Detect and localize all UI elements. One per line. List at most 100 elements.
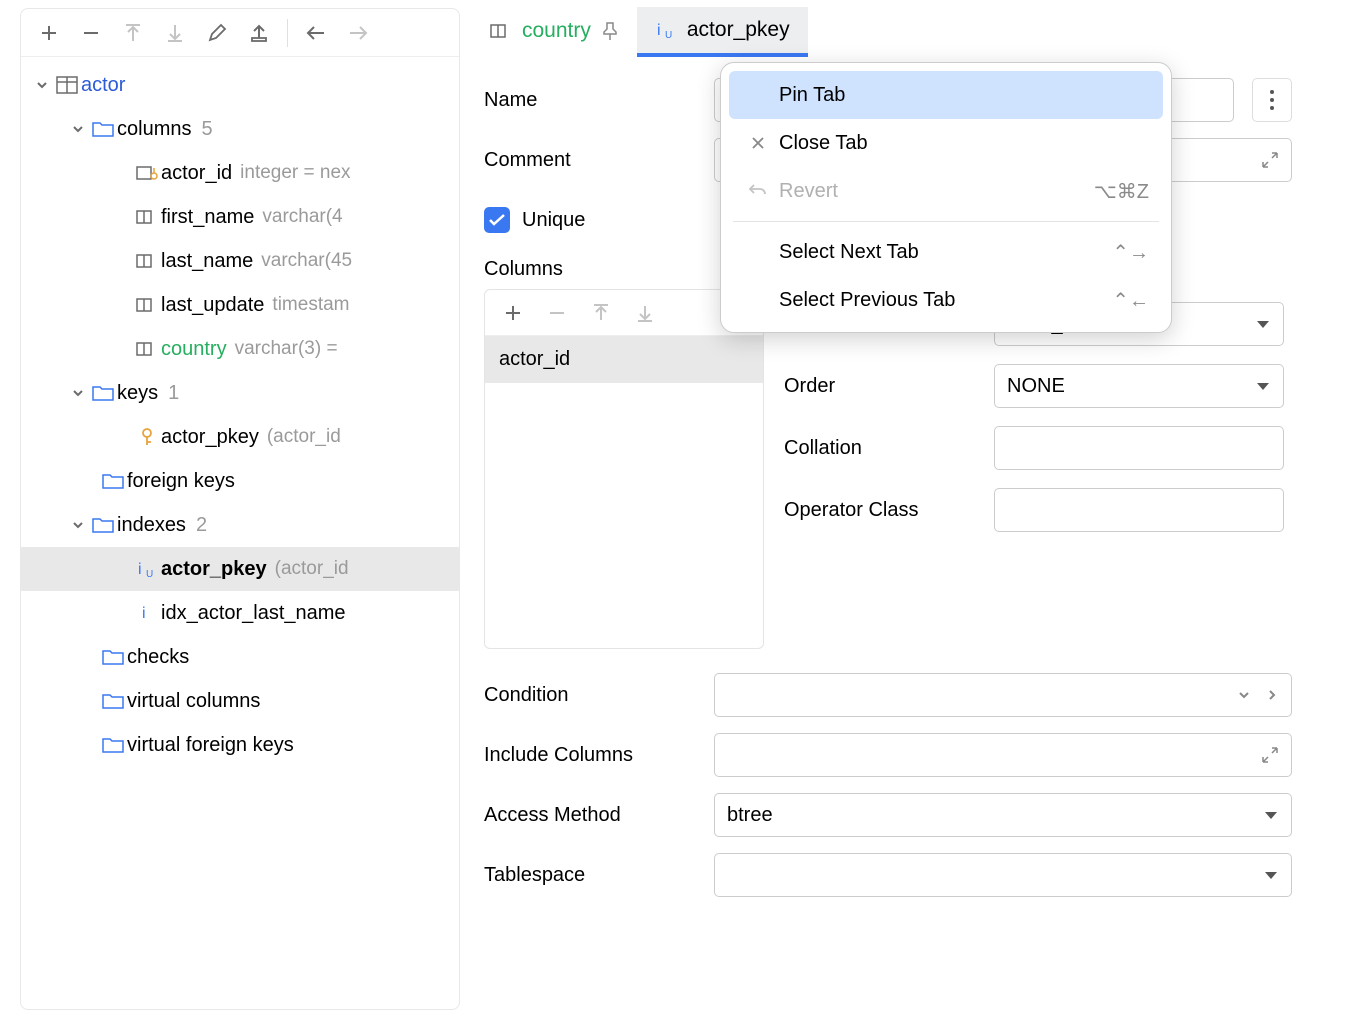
form-row-order: Order NONE	[784, 355, 1292, 417]
column-icon	[133, 296, 161, 314]
key-name: actor_pkey	[161, 426, 259, 449]
tablespace-select[interactable]	[714, 853, 1292, 897]
menu-label: Select Previous Tab	[779, 289, 1112, 312]
menu-close-tab[interactable]: Close Tab	[729, 119, 1163, 167]
tree-node-indexes[interactable]: indexes 2	[21, 503, 459, 547]
table-name: actor	[81, 74, 125, 97]
tree-column-item[interactable]: country varchar(3) =	[21, 327, 459, 371]
more-button[interactable]	[1252, 78, 1292, 122]
unique-label: Unique	[522, 209, 585, 232]
tab-actor-pkey[interactable]: iU actor_pkey	[637, 7, 808, 57]
access-method-select[interactable]: btree	[714, 793, 1292, 837]
menu-shortcut: ⌃→	[1112, 240, 1149, 265]
menu-label: Select Next Tab	[779, 241, 1112, 264]
svg-text:i: i	[142, 605, 146, 622]
tree-node-keys[interactable]: keys 1	[21, 371, 459, 415]
include-columns-input[interactable]	[714, 733, 1292, 777]
folder-icon	[89, 120, 117, 138]
key-meta: (actor_id	[267, 426, 341, 448]
foreign-keys-label: foreign keys	[127, 470, 235, 493]
tabs: country iU actor_pkey	[472, 6, 1366, 56]
move-down-button[interactable]	[155, 13, 195, 53]
export-button[interactable]	[239, 13, 279, 53]
order-select[interactable]: NONE	[994, 364, 1284, 408]
forward-button[interactable]	[338, 13, 378, 53]
table-icon	[53, 76, 81, 94]
tree-column-item[interactable]: actor_id integer = nex	[21, 151, 459, 195]
chevron-down-icon[interactable]	[1237, 688, 1251, 702]
svg-text:U: U	[665, 30, 672, 40]
column-item-label: actor_id	[499, 348, 570, 370]
tree: actor columns 5 actor_id integer = nex f…	[21, 57, 459, 773]
pin-icon[interactable]	[601, 21, 619, 41]
access-method-value: btree	[727, 804, 773, 827]
menu-select-next-tab[interactable]: Select Next Tab ⌃→	[729, 228, 1163, 276]
tree-node-table[interactable]: actor	[21, 63, 459, 107]
move-col-down-button[interactable]	[625, 293, 665, 333]
menu-select-prev-tab[interactable]: Select Previous Tab ⌃←	[729, 276, 1163, 324]
back-button[interactable]	[296, 13, 336, 53]
chevron-down-icon	[67, 386, 89, 400]
tree-node-columns[interactable]: columns 5	[21, 107, 459, 151]
tree-node-foreign-keys[interactable]: foreign keys	[21, 459, 459, 503]
add-button[interactable]	[29, 13, 69, 53]
remove-column-button[interactable]	[537, 293, 577, 333]
keys-count: 1	[168, 382, 179, 405]
column-name: first_name	[161, 206, 254, 229]
column-list-item[interactable]: actor_id	[485, 336, 763, 383]
tree-node-checks[interactable]: checks	[21, 635, 459, 679]
unique-checkbox[interactable]	[484, 207, 510, 233]
remove-button[interactable]	[71, 13, 111, 53]
column-name: actor_id	[161, 162, 232, 185]
index-unique-icon: iU	[655, 20, 677, 40]
tab-country[interactable]: country	[472, 6, 637, 56]
add-column-button[interactable]	[493, 293, 533, 333]
indexes-label: indexes	[117, 514, 186, 537]
columns-label: columns	[117, 118, 191, 141]
tree-node-virtual-foreign-keys[interactable]: virtual foreign keys	[21, 723, 459, 767]
form-row-condition: Condition	[484, 665, 1292, 725]
folder-icon	[89, 384, 117, 402]
column-key-icon	[133, 164, 161, 182]
tree-column-item[interactable]: first_name varchar(4	[21, 195, 459, 239]
menu-separator	[733, 221, 1159, 222]
expand-icon[interactable]	[1261, 746, 1279, 764]
menu-revert: Revert ⌥⌘Z	[729, 167, 1163, 215]
index-unique-icon: iU	[133, 559, 161, 579]
index-icon: i	[133, 603, 161, 623]
tree-column-item[interactable]: last_update timestam	[21, 283, 459, 327]
svg-text:i: i	[657, 22, 661, 39]
tree-index-item[interactable]: iU actor_pkey (actor_id	[21, 547, 459, 591]
columns-section: actor_id Column Name actor_id Order NONE…	[484, 289, 1292, 649]
menu-shortcut: ⌃←	[1112, 288, 1149, 313]
tree-index-item[interactable]: i idx_actor_last_name	[21, 591, 459, 635]
svg-text:i: i	[138, 561, 142, 578]
unique-checkbox-row[interactable]: Unique	[484, 207, 585, 233]
edit-button[interactable]	[197, 13, 237, 53]
condition-label: Condition	[484, 684, 704, 707]
folder-icon	[99, 472, 127, 490]
virtual-foreign-keys-label: virtual foreign keys	[127, 734, 294, 757]
operator-class-input[interactable]	[994, 488, 1284, 532]
indexes-count: 2	[196, 514, 207, 537]
condition-input[interactable]	[714, 673, 1292, 717]
revert-icon	[743, 183, 773, 199]
column-icon	[133, 252, 161, 270]
column-name: last_name	[161, 250, 253, 273]
chevron-right-icon[interactable]	[1265, 688, 1279, 702]
tree-column-item[interactable]: last_name varchar(45	[21, 239, 459, 283]
column-name: last_update	[161, 294, 264, 317]
columns-label: Columns	[484, 258, 704, 281]
menu-pin-tab[interactable]: Pin Tab	[729, 71, 1163, 119]
column-type: varchar(45	[261, 250, 352, 272]
collation-input[interactable]	[994, 426, 1284, 470]
menu-label: Pin Tab	[779, 84, 1149, 107]
move-up-button[interactable]	[113, 13, 153, 53]
move-col-up-button[interactable]	[581, 293, 621, 333]
tree-key-item[interactable]: actor_pkey (actor_id	[21, 415, 459, 459]
sidebar: actor columns 5 actor_id integer = nex f…	[20, 8, 460, 1010]
expand-icon[interactable]	[1261, 151, 1279, 169]
columns-count: 5	[201, 118, 212, 141]
operator-class-label: Operator Class	[784, 499, 984, 522]
tree-node-virtual-columns[interactable]: virtual columns	[21, 679, 459, 723]
